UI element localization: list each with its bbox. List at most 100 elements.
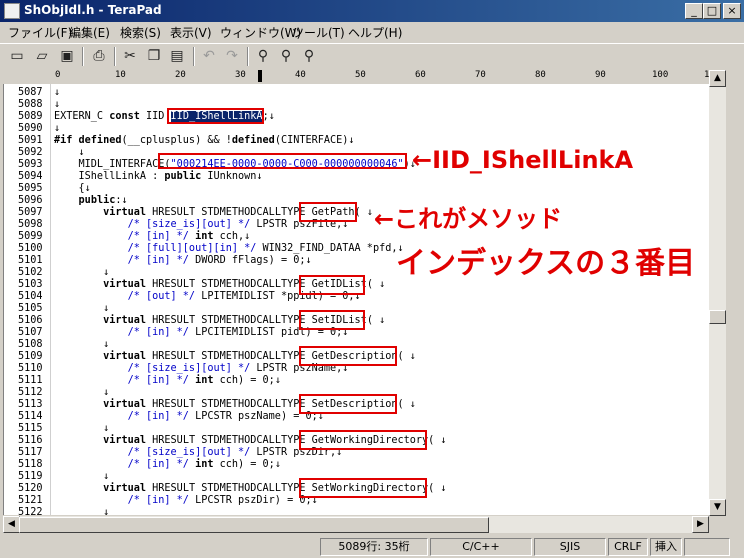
horizontal-scroll-thumb[interactable] bbox=[19, 517, 489, 533]
status-mode: C/C++ bbox=[430, 538, 532, 556]
scroll-down-icon[interactable]: ▼ bbox=[709, 499, 726, 516]
status-encoding: SJIS bbox=[534, 538, 606, 556]
code-token: ↓ bbox=[54, 87, 61, 98]
line-text: ↓ bbox=[54, 423, 109, 435]
code-token: ↓ bbox=[54, 303, 110, 314]
code-token: (CINTERFACE)↓ bbox=[274, 135, 355, 146]
menu-view[interactable]: 表示(V) bbox=[170, 24, 212, 41]
print-icon[interactable]: ⎙ bbox=[90, 47, 108, 65]
code-line[interactable]: 5087 ↓ bbox=[4, 87, 710, 99]
save-icon[interactable]: ▣ bbox=[58, 47, 76, 65]
copy-icon[interactable]: ❐ bbox=[145, 47, 163, 65]
code-line[interactable]: 5118 /* [in] */ int cch) = 0;↓ bbox=[4, 459, 710, 471]
ruler-label: 40 bbox=[295, 70, 306, 80]
code-line[interactable]: 5089 EXTERN_C const IID IID_IShellLinkA;↓ bbox=[4, 111, 710, 123]
line-number: 5109 bbox=[18, 351, 43, 362]
code-token: virtual bbox=[103, 351, 147, 362]
new-icon[interactable]: ▭ bbox=[8, 47, 26, 65]
code-line[interactable]: 5088 ↓ bbox=[4, 99, 710, 111]
code-token: /* [size_is][out] */ bbox=[54, 219, 251, 230]
ruler-label: 50 bbox=[355, 70, 366, 80]
code-line[interactable]: 5096 public:↓ bbox=[4, 195, 710, 207]
line-text: /* [in] */ int cch) = 0;↓ bbox=[54, 375, 281, 387]
menu-help[interactable]: ヘルプ(H) bbox=[348, 24, 402, 41]
line-text: #if defined(__cplusplus) && !defined(CIN… bbox=[54, 135, 355, 147]
code-token: ↓ bbox=[54, 471, 110, 482]
line-number: 5087 bbox=[18, 87, 43, 98]
line-text: ↓ bbox=[54, 99, 60, 111]
line-number: 5099 bbox=[18, 231, 43, 242]
code-token: ↓ bbox=[54, 387, 110, 398]
code-line[interactable]: 5122 ↓ bbox=[4, 507, 710, 515]
highlight-box-setidlist bbox=[299, 310, 365, 330]
vertical-scrollbar[interactable]: ▲ ▼ bbox=[709, 70, 726, 516]
redo-icon[interactable]: ↷ bbox=[223, 47, 241, 65]
line-number: 5110 bbox=[18, 363, 43, 374]
scroll-left-icon[interactable]: ◀ bbox=[3, 516, 20, 533]
toolbar-separator bbox=[193, 47, 195, 66]
menu-file[interactable]: ファイル(F) bbox=[8, 24, 72, 41]
code-line[interactable]: 5095 {↓ bbox=[4, 183, 710, 195]
code-token: virtual bbox=[103, 483, 147, 494]
line-number: 5094 bbox=[18, 171, 43, 182]
line-text: /* [in] */ LPCSTR pszName) = 0;↓ bbox=[54, 411, 324, 423]
vertical-scroll-thumb[interactable] bbox=[709, 310, 726, 324]
code-line[interactable]: 5098 /* [size_is][out] */ LPSTR pszFile,… bbox=[4, 219, 710, 231]
line-text: {↓ bbox=[54, 183, 91, 195]
code-token: cch,↓ bbox=[213, 231, 251, 242]
line-number: 5114 bbox=[18, 411, 43, 422]
toolbar-separator bbox=[82, 47, 84, 66]
code-token: WIN32_FIND_DATAA *pfd,↓ bbox=[256, 243, 404, 254]
highlight-box-getpath bbox=[299, 202, 357, 222]
line-number: 5113 bbox=[18, 399, 43, 410]
annotation-index: インデックスの３番目 bbox=[396, 246, 696, 281]
toolbar-separator bbox=[114, 47, 116, 66]
code-token: /* [out] */ bbox=[54, 291, 196, 302]
find-icon[interactable]: ⚲ bbox=[254, 47, 272, 65]
line-number: 5112 bbox=[18, 387, 43, 398]
ruler-label: 60 bbox=[415, 70, 426, 80]
ruler: 0 10 20 30 40 50 60 70 80 90 100 110 bbox=[54, 70, 722, 85]
line-number: 5088 bbox=[18, 99, 43, 110]
line-text: ↓ bbox=[54, 387, 109, 399]
code-token: ↓ bbox=[54, 147, 85, 158]
undo-icon[interactable]: ↶ bbox=[200, 47, 218, 65]
find-prev-icon[interactable]: ⚲ bbox=[300, 47, 318, 65]
code-token: /* [in] */ bbox=[54, 327, 189, 338]
line-number: 5106 bbox=[18, 315, 43, 326]
line-number: 5101 bbox=[18, 255, 43, 266]
menu-edit[interactable]: 編集(E) bbox=[69, 24, 110, 41]
menu-window[interactable]: ウィンドウ(W) bbox=[220, 24, 301, 41]
highlight-box-iid bbox=[167, 108, 264, 124]
code-token: /* [in] */ bbox=[54, 375, 189, 386]
code-token: cch) = 0;↓ bbox=[213, 375, 281, 386]
code-line[interactable]: 5090 ↓ bbox=[4, 123, 710, 135]
code-token: #if defined bbox=[54, 135, 122, 146]
code-token: virtual bbox=[103, 435, 147, 446]
code-line[interactable]: 5097 virtual HRESULT STDMETHODCALLTYPE G… bbox=[4, 207, 710, 219]
menu-tools[interactable]: ツール(T) bbox=[292, 24, 345, 41]
scroll-right-icon[interactable]: ▶ bbox=[692, 516, 709, 533]
scroll-up-icon[interactable]: ▲ bbox=[709, 70, 726, 87]
find-next-icon[interactable]: ⚲ bbox=[277, 47, 295, 65]
paste-icon[interactable]: ▤ bbox=[168, 47, 186, 65]
ruler-label: 10 bbox=[115, 70, 126, 80]
menu-search[interactable]: 検索(S) bbox=[120, 24, 161, 41]
line-number: 5092 bbox=[18, 147, 43, 158]
highlight-box-getdescription bbox=[299, 346, 397, 366]
minimize-button[interactable]: _ bbox=[685, 3, 703, 19]
cut-icon[interactable]: ✂ bbox=[121, 47, 139, 65]
ruler-label: 20 bbox=[175, 70, 186, 80]
close-button[interactable]: × bbox=[723, 3, 741, 19]
line-text: /* [full][out][in] */ WIN32_FIND_DATAA *… bbox=[54, 243, 404, 255]
open-icon[interactable]: ▱ bbox=[33, 47, 51, 65]
ruler-label: 80 bbox=[535, 70, 546, 80]
code-token: defined bbox=[231, 135, 275, 146]
line-number: 5121 bbox=[18, 495, 43, 506]
maximize-button[interactable]: □ bbox=[703, 3, 721, 19]
horizontal-scrollbar[interactable]: ◀ ▶ bbox=[3, 516, 709, 533]
code-line[interactable]: 5111 /* [in] */ int cch) = 0;↓ bbox=[4, 375, 710, 387]
code-token: public bbox=[78, 195, 116, 206]
